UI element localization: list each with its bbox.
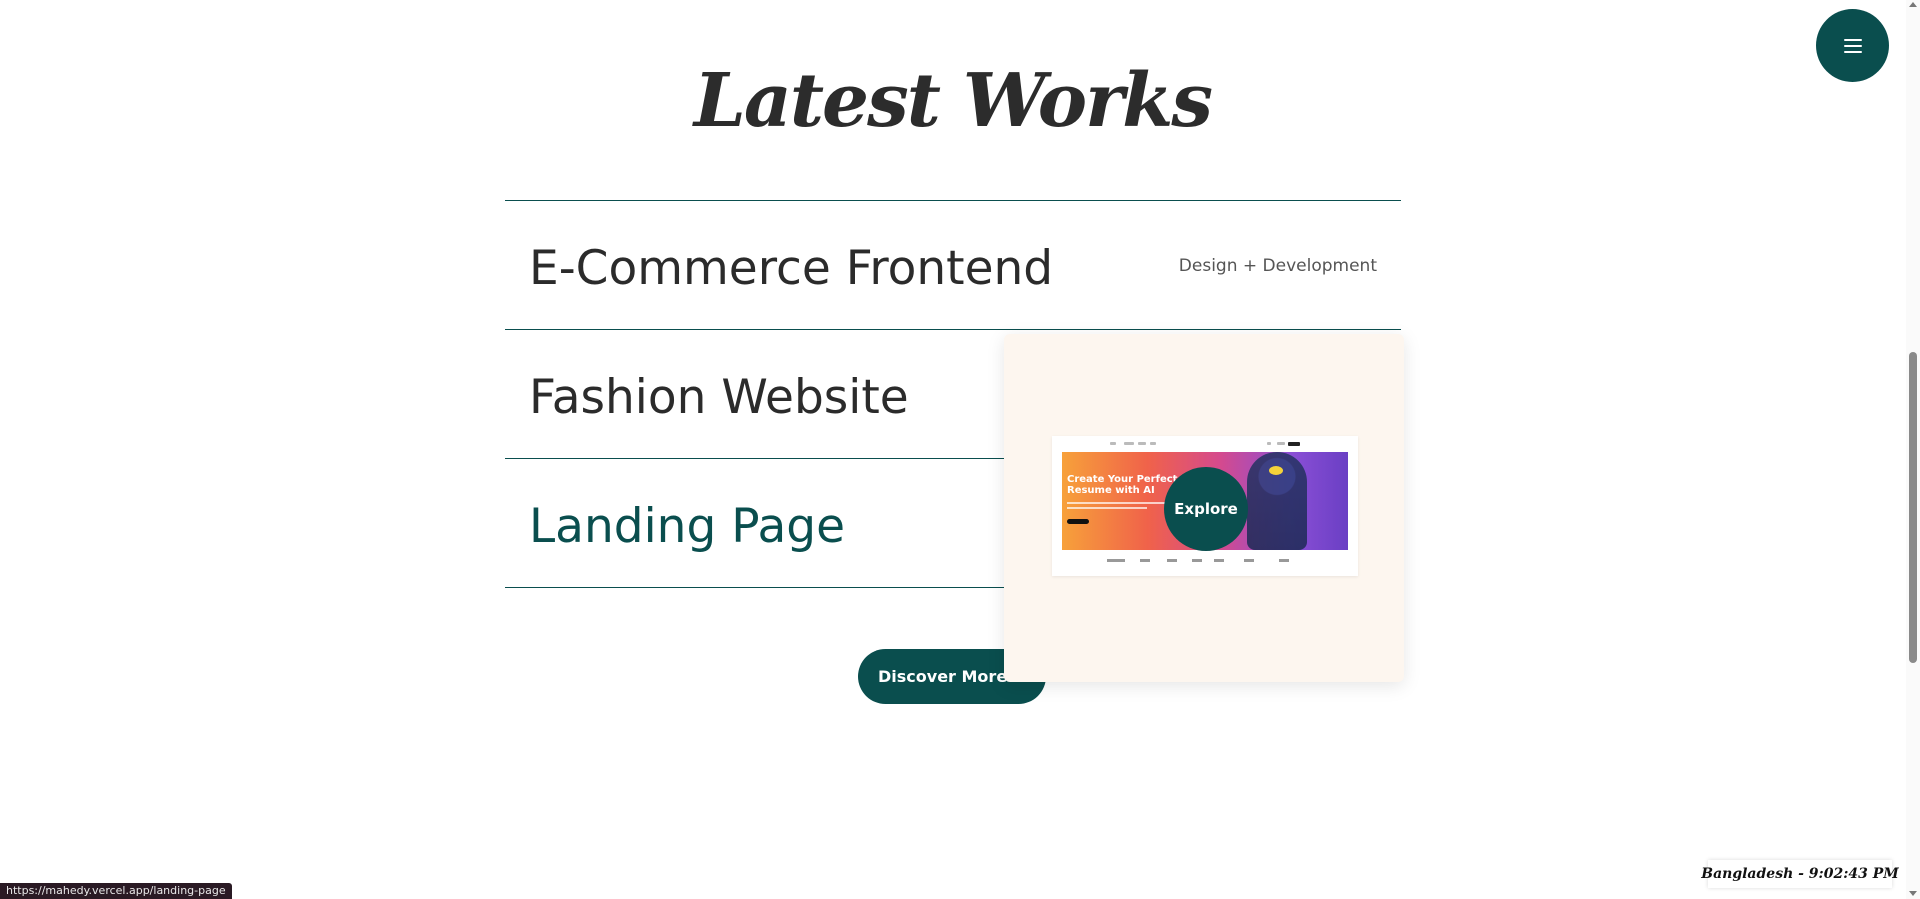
hamburger-icon [1843, 38, 1862, 53]
preview-cta [1067, 519, 1089, 524]
work-title: Landing Page [529, 499, 846, 554]
status-bar-url: https://mahedy.vercel.app/landing-page [0, 883, 232, 899]
scrollbar-thumb[interactable] [1909, 352, 1917, 663]
work-title: E-Commerce Frontend [529, 241, 1054, 296]
explore-button[interactable]: Explore [1164, 467, 1248, 551]
clock-badge: Bangladesh - 9:02:43 PM [1701, 860, 1899, 888]
scroll-up-icon[interactable] [1909, 2, 1917, 7]
section-title: Latest Works [693, 58, 1213, 144]
scroll-down-icon[interactable] [1909, 891, 1917, 896]
work-title: Fashion Website [529, 370, 909, 425]
work-tag: Design + Development [1178, 256, 1377, 276]
preview-nav [1052, 440, 1358, 448]
preview-logos [1052, 554, 1358, 568]
work-preview-card[interactable]: Create Your Perfect Resume with AI Explo… [1004, 334, 1404, 682]
work-item-ecommerce[interactable]: E-Commerce Frontend Design + Development [505, 200, 1401, 329]
